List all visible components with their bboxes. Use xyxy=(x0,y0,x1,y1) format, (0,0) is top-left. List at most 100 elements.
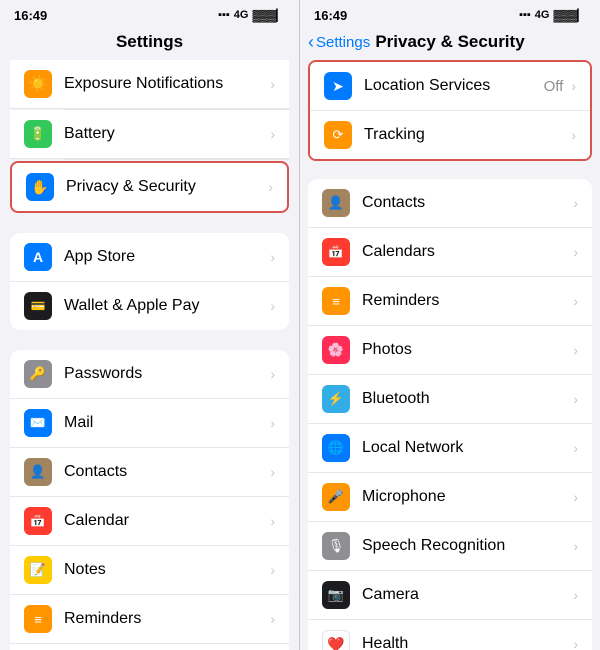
exposure-chevron: › xyxy=(270,76,275,92)
list-item-battery[interactable]: 🔋 Battery › xyxy=(10,110,289,159)
camera-privacy-icon: 📷 xyxy=(322,581,350,609)
right-panel: 16:49 ▪▪▪ 4G ▓▓▓▏ ‹ Settings Privacy & S… xyxy=(300,0,600,650)
battery-icon-item: 🔋 xyxy=(24,120,52,148)
list-item-calendar[interactable]: 📅 Calendar › xyxy=(10,497,289,546)
right-time: 16:49 xyxy=(314,8,347,23)
list-item-camera-privacy[interactable]: 📷 Camera › xyxy=(308,571,592,620)
passwords-icon: 🔑 xyxy=(24,360,52,388)
list-item-wallet[interactable]: 💳 Wallet & Apple Pay › xyxy=(10,282,289,330)
contacts-privacy-label: Contacts xyxy=(362,194,569,212)
notes-icon: 📝 xyxy=(24,556,52,584)
health-privacy-icon: ❤️ xyxy=(322,630,350,650)
battery-label: Battery xyxy=(64,125,266,143)
privacy-chevron: › xyxy=(268,179,273,195)
location-icon: ➤ xyxy=(324,72,352,100)
location-section-wrapper: ➤ Location Services Off › ⟳ Tracking › xyxy=(308,60,592,161)
network-type: 4G xyxy=(234,9,249,21)
privacy-list[interactable]: ➤ Location Services Off › ⟳ Tracking › 👤… xyxy=(300,60,600,650)
list-item-speechreco-privacy[interactable]: 🎙 Speech Recognition › xyxy=(308,522,592,571)
list-item-passwords[interactable]: 🔑 Passwords › xyxy=(10,350,289,399)
photos-privacy-icon: 🌸 xyxy=(322,336,350,364)
tracking-label: Tracking xyxy=(364,126,567,144)
mail-label: Mail xyxy=(64,414,266,432)
speechreco-privacy-label: Speech Recognition xyxy=(362,537,569,555)
back-button[interactable]: ‹ Settings xyxy=(308,32,370,53)
calendars-privacy-icon: 📅 xyxy=(322,238,350,266)
wallet-label: Wallet & Apple Pay xyxy=(64,297,266,315)
wallet-chevron: › xyxy=(270,298,275,314)
calendar-label: Calendar xyxy=(64,512,266,530)
privacy-apps-section: 👤 Contacts › 📅 Calendars › ≡ Reminders ›… xyxy=(308,179,592,650)
reminders-icon: ≡ xyxy=(24,605,52,633)
signal-icon: ▪▪▪ xyxy=(218,9,230,21)
list-item-appstore[interactable]: A App Store › xyxy=(10,233,289,282)
contacts-privacy-icon: 👤 xyxy=(322,189,350,217)
exposure-label: Exposure Notifications xyxy=(64,75,266,93)
list-item-voicememos[interactable]: 🎙️ Voice Memos › xyxy=(10,644,289,650)
reminders-privacy-icon: ≡ xyxy=(322,287,350,315)
bluetooth-privacy-label: Bluetooth xyxy=(362,390,569,408)
list-item-reminders[interactable]: ≡ Reminders › xyxy=(10,595,289,644)
contacts-icon: 👤 xyxy=(24,458,52,486)
appstore-label: App Store xyxy=(64,248,266,266)
right-network-type: 4G xyxy=(535,9,550,21)
tracking-chevron: › xyxy=(571,127,576,143)
left-time: 16:49 xyxy=(14,8,47,23)
microphone-privacy-label: Microphone xyxy=(362,488,569,506)
section-apps: 🔑 Passwords › ✉️ Mail › 👤 Contacts › 📅 C… xyxy=(10,350,289,650)
right-nav-header: ‹ Settings Privacy & Security xyxy=(300,28,600,60)
list-item-contacts-privacy[interactable]: 👤 Contacts › xyxy=(308,179,592,228)
right-status-bar: 16:49 ▪▪▪ 4G ▓▓▓▏ xyxy=(300,0,600,28)
right-battery-icon: ▓▓▓▏ xyxy=(553,9,586,22)
left-panel: 16:49 ▪▪▪ 4G ▓▓▓▏ Settings ☀️ Exposure N… xyxy=(0,0,300,650)
list-item-notes[interactable]: 📝 Notes › xyxy=(10,546,289,595)
left-status-bar: 16:49 ▪▪▪ 4G ▓▓▓▏ xyxy=(0,0,299,28)
privacy-label: Privacy & Security xyxy=(66,178,264,196)
appstore-icon: A xyxy=(24,243,52,271)
list-item-exposure[interactable]: ☀️ Exposure Notifications › xyxy=(10,60,289,109)
notes-label: Notes xyxy=(64,561,266,579)
location-chevron: › xyxy=(571,78,576,94)
camera-privacy-label: Camera xyxy=(362,586,569,604)
list-item-calendars-privacy[interactable]: 📅 Calendars › xyxy=(308,228,592,277)
calendars-privacy-label: Calendars xyxy=(362,243,569,261)
back-chevron-icon: ‹ xyxy=(308,32,314,53)
battery-chevron: › xyxy=(270,126,275,142)
right-signal-icon: ▪▪▪ xyxy=(519,9,531,21)
passwords-label: Passwords xyxy=(64,365,266,383)
appstore-chevron: › xyxy=(270,249,275,265)
back-label: Settings xyxy=(316,34,370,51)
list-item-localnetwork-privacy[interactable]: 🌐 Local Network › xyxy=(308,424,592,473)
speechreco-privacy-icon: 🎙 xyxy=(322,532,350,560)
left-nav-header: Settings xyxy=(0,28,299,60)
wallet-icon: 💳 xyxy=(24,292,52,320)
mail-icon: ✉️ xyxy=(24,409,52,437)
location-value: Off xyxy=(544,78,564,95)
list-item-location[interactable]: ➤ Location Services Off › xyxy=(310,62,590,111)
left-status-icons: ▪▪▪ 4G ▓▓▓▏ xyxy=(218,9,285,22)
list-item-tracking[interactable]: ⟳ Tracking › xyxy=(310,111,590,159)
list-item-contacts[interactable]: 👤 Contacts › xyxy=(10,448,289,497)
bluetooth-privacy-icon: ⚡ xyxy=(322,385,350,413)
list-item-mail[interactable]: ✉️ Mail › xyxy=(10,399,289,448)
right-status-icons: ▪▪▪ 4G ▓▓▓▏ xyxy=(519,9,586,22)
localnetwork-privacy-label: Local Network xyxy=(362,439,569,457)
tracking-icon: ⟳ xyxy=(324,121,352,149)
list-item-health-privacy[interactable]: ❤️ Health › xyxy=(308,620,592,650)
list-item-photos-privacy[interactable]: 🌸 Photos › xyxy=(308,326,592,375)
left-title: Settings xyxy=(14,32,285,52)
list-item-microphone-privacy[interactable]: 🎤 Microphone › xyxy=(308,473,592,522)
exposure-icon: ☀️ xyxy=(24,70,52,98)
battery-icon: ▓▓▓▏ xyxy=(252,9,285,22)
localnetwork-privacy-icon: 🌐 xyxy=(322,434,350,462)
photos-privacy-label: Photos xyxy=(362,341,569,359)
list-item-reminders-privacy[interactable]: ≡ Reminders › xyxy=(308,277,592,326)
reminders-privacy-label: Reminders xyxy=(362,292,569,310)
health-privacy-label: Health xyxy=(362,635,569,650)
calendar-icon: 📅 xyxy=(24,507,52,535)
list-item-privacy[interactable]: ✋ Privacy & Security › xyxy=(10,161,289,213)
microphone-privacy-icon: 🎤 xyxy=(322,483,350,511)
list-item-bluetooth-privacy[interactable]: ⚡ Bluetooth › xyxy=(308,375,592,424)
contacts-label: Contacts xyxy=(64,463,266,481)
left-settings-list[interactable]: ☀️ Exposure Notifications › 🔋 Battery › … xyxy=(0,60,299,650)
